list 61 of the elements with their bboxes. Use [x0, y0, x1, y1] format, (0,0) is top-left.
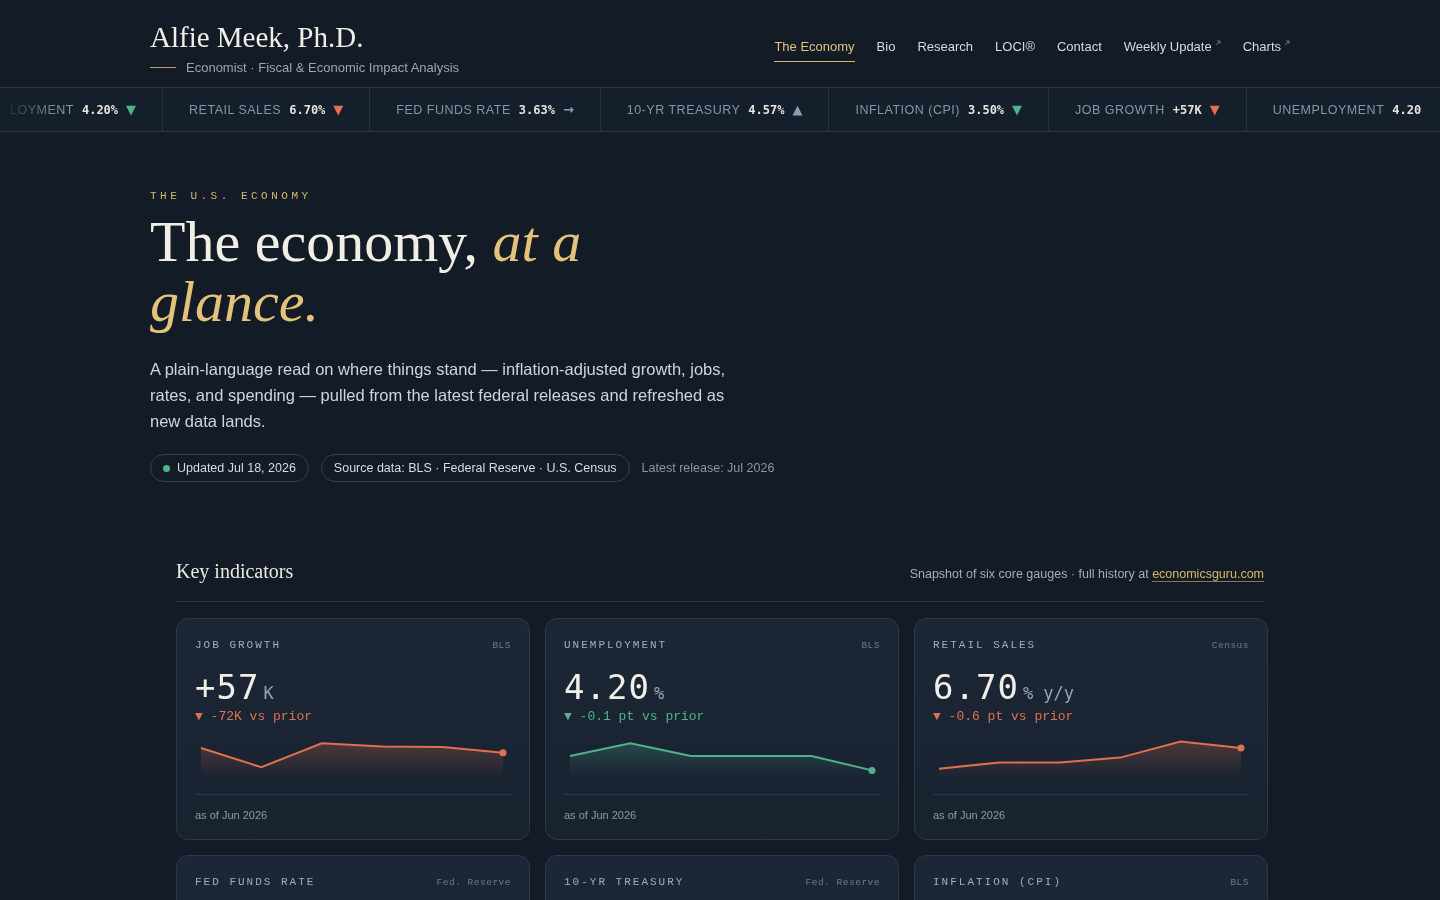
ticker-label: FED FUNDS RATE: [396, 102, 511, 117]
ticker-label: 10-YR TREASURY: [626, 102, 741, 117]
indicator-source: BLS: [861, 639, 880, 651]
ticker-value: 4.20: [1392, 102, 1422, 117]
indicator-source: BLS: [492, 639, 511, 651]
indicator-name: FED FUNDS RATE: [195, 876, 316, 888]
intro-paragraph: A plain-language read on where things stand — inflation-adjusted growth, jobs, rates, and spending — pulled from the latest federal releases and refreshed as new data lands.: [150, 359, 727, 432]
indicator-value: 6.70: [933, 667, 1019, 707]
ticker-label: RETAIL SALES: [189, 102, 282, 117]
indicator-source: BLS: [1230, 876, 1249, 888]
trend-arrow: ▼: [1209, 102, 1220, 117]
indicator-unit: %: [653, 683, 665, 703]
change-text: ▼ -0.6 pt vs prior: [933, 709, 1075, 724]
ticker-value: +57K: [1172, 102, 1202, 117]
ticker-value: 4.20%: [81, 102, 119, 117]
ticker-value: 6.70%: [289, 102, 326, 117]
ticker-label: INFLATION (CPI): [855, 102, 960, 117]
indicator-value: +57: [195, 667, 260, 707]
nav-link[interactable]: LOCI®: [995, 39, 1035, 62]
indicator-name: RETAIL SALES: [933, 639, 1037, 651]
section-title: Key indicators: [176, 560, 294, 583]
as-of-date: as of Jun 2026: [195, 809, 269, 821]
chip-label: Updated Jul 18, 2026: [177, 461, 296, 475]
trend-arrow: ▼: [126, 102, 137, 117]
indicator-name: JOB GROWTH: [195, 639, 281, 651]
change-text: ▼ -0.1 pt vs prior: [564, 709, 706, 724]
nav-link[interactable]: Weekly Update: [1123, 39, 1221, 62]
ticker-value: 3.50%: [967, 102, 1005, 117]
indicator-unit: K: [263, 683, 274, 703]
site-link[interactable]: economicsguru.com: [1152, 567, 1264, 582]
as-of-date: as of Jun 2026: [564, 809, 638, 821]
trend-arrow: ▼: [1012, 102, 1023, 117]
nav-link[interactable]: The Economy: [774, 39, 855, 62]
indicator-name: UNEMPLOYMENT: [564, 639, 668, 651]
indicator-name: INFLATION (CPI): [933, 876, 1063, 888]
nav-link[interactable]: Charts: [1242, 39, 1290, 62]
indicator-unit: % y/y: [1022, 683, 1075, 703]
indicator-name: 10-YR TREASURY: [564, 876, 685, 888]
indicator-source: Fed. Reserve: [805, 876, 880, 888]
as-of-date: as of Jun 2026: [933, 809, 1007, 821]
indicator-source: Fed. Reserve: [436, 876, 511, 888]
indicator-source: Census: [1211, 639, 1249, 651]
trend-arrow: →: [562, 102, 574, 117]
ticker-value: 4.57%: [748, 102, 785, 117]
ticker-label: UNEMPLOYMENT: [1272, 102, 1385, 117]
ticker-label: JOB GROWTH: [1075, 102, 1165, 117]
section-note: Snapshot of six core gauges · full history at economicsguru.com: [909, 567, 1264, 581]
ticker-value: 3.63%: [518, 102, 555, 117]
nav-link[interactable]: Research: [917, 39, 974, 62]
nav-link[interactable]: Bio: [876, 39, 896, 62]
nav-link[interactable]: Contact: [1056, 39, 1102, 62]
release-note: Latest release: Jul 2026: [641, 461, 775, 475]
indicator-value: 4.20: [564, 667, 650, 707]
change-text: ▼ -72K vs prior: [195, 709, 314, 724]
trend-arrow: ▲: [792, 102, 803, 117]
trend-arrow: ▼: [333, 102, 344, 117]
chip-label: Source data: BLS · Federal Reserve · U.S. Census: [333, 461, 617, 475]
section-eyebrow: THE U.S. ECONOMY: [150, 190, 313, 202]
site-name: Alfie Meek, Ph.D.: [150, 20, 365, 54]
page-heading: The economy, at a glance.: [150, 212, 583, 332]
site-tagline: Economist · Fiscal & Economic Impact Analysis: [186, 59, 460, 75]
